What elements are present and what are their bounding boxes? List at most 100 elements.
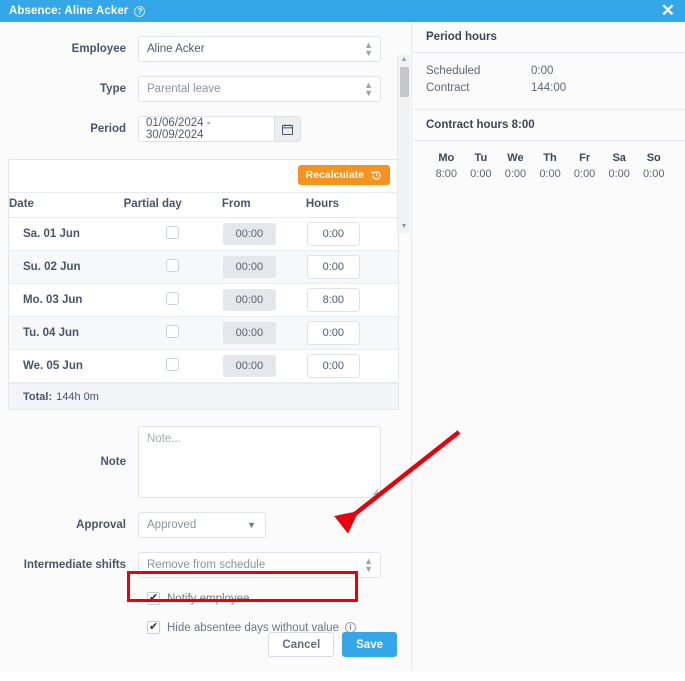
row-from-cell: 00:00 [221, 283, 306, 317]
col-hours: Hours [305, 192, 398, 218]
cancel-button[interactable]: Cancel [268, 632, 335, 657]
from-value[interactable]: 00:00 [222, 256, 276, 278]
weekday-value: 0:00 [643, 168, 665, 180]
row-from-cell: 00:00 [221, 250, 306, 284]
weekday-column: We 0:00 [498, 152, 533, 180]
contract-hours-title: Contract hours 8:00 [412, 110, 685, 141]
row-partial-day-cell [123, 316, 222, 350]
row-date: Mo. 03 Jun [9, 283, 124, 317]
field-employee: Employee Aline Acker ▲ ▼ [0, 36, 411, 62]
table-row: Mo. 03 Jun 00:00 8:00 [9, 283, 398, 317]
chevron-updown-icon: ▲ ▼ [364, 80, 373, 98]
weekday-value: 0:00 [539, 168, 561, 180]
contract-hours-week: Mo 8:00 Tu 0:00 We 0:00 Th 0:00 Fr 0:00 … [412, 141, 685, 194]
weekday-column: Sa 0:00 [602, 152, 637, 180]
row-date: We. 05 Jun [9, 349, 124, 383]
note-textarea[interactable]: Note... ◢ [138, 426, 381, 498]
period-hours-title: Period hours [412, 22, 685, 53]
dialog-footer: Cancel Save [268, 632, 397, 657]
row-partial-day-cell [123, 283, 222, 317]
row-date: Sa. 01 Jun [9, 217, 124, 251]
partial-day-checkbox[interactable] [166, 259, 180, 272]
period-input[interactable]: 01/06/2024 - 30/09/2024 [138, 116, 274, 142]
from-value[interactable]: 00:00 [222, 289, 276, 311]
row-hours-cell: 8:00 [305, 283, 398, 317]
calendar-icon[interactable] [274, 116, 301, 142]
weekday-column: Th 0:00 [533, 152, 568, 180]
hours-input[interactable]: 0:00 [306, 222, 360, 246]
partial-day-checkbox[interactable] [166, 292, 180, 305]
type-value: Parental leave [147, 83, 221, 95]
total-value: 144h 0m [56, 390, 99, 403]
recalculate-button[interactable]: Recalculate [297, 165, 390, 185]
employee-label: Employee [71, 43, 126, 55]
weekday-name: Th [543, 152, 557, 164]
hours-input[interactable]: 8:00 [306, 288, 360, 312]
approval-value: Approved [147, 519, 197, 531]
scroll-down-icon[interactable]: ▼ [401, 222, 408, 233]
from-value[interactable]: 00:00 [222, 355, 276, 377]
chevron-updown-icon: ▲ ▼ [364, 40, 373, 58]
weekday-column: Fr 0:00 [567, 152, 602, 180]
table-row: We. 05 Jun 00:00 0:00 [9, 349, 398, 383]
weekday-value: 0:00 [470, 168, 492, 180]
row-hours-cell: 0:00 [305, 349, 398, 383]
hours-input[interactable]: 0:00 [306, 321, 360, 345]
table-total-row: Total: 144h 0m [9, 383, 398, 409]
table-row: Sa. 01 Jun 00:00 0:00 [9, 217, 398, 251]
chevron-down-icon: ▼ [247, 520, 256, 530]
scroll-up-icon[interactable]: ▲ [401, 55, 408, 66]
notify-employee-checkbox[interactable] [147, 591, 160, 605]
field-period: Period 01/06/2024 - 30/09/2024 [0, 116, 411, 142]
type-select[interactable]: Parental leave ▲ ▼ [138, 76, 381, 102]
left-column: Employee Aline Acker ▲ ▼ Type Parental le… [0, 22, 411, 671]
partial-day-checkbox[interactable] [166, 358, 180, 371]
resize-handle-icon[interactable]: ◢ [372, 487, 378, 496]
table-row: Tu. 04 Jun 00:00 0:00 [9, 316, 398, 350]
table-row: Su. 02 Jun 00:00 0:00 [9, 250, 398, 284]
dialog-body: Employee Aline Acker ▲ ▼ Type Parental le… [0, 22, 685, 671]
partial-day-checkbox[interactable] [166, 325, 180, 338]
partial-day-checkbox[interactable] [166, 226, 180, 239]
dialog-title: Absence: Aline Acker [9, 5, 129, 17]
weekday-name: Fr [579, 152, 591, 164]
field-intermediate-shifts: Intermediate shifts Remove from schedule… [0, 552, 411, 578]
table-toolbar: Recalculate [9, 160, 398, 192]
from-value[interactable]: 00:00 [222, 223, 276, 245]
employee-select[interactable]: Aline Acker ▲ ▼ [138, 36, 381, 62]
question-circle-icon[interactable]: ? [134, 5, 146, 17]
weekday-value: 0:00 [504, 168, 527, 180]
employee-value: Aline Acker [147, 43, 205, 55]
approval-select[interactable]: Approved ▼ [138, 512, 266, 538]
save-button[interactable]: Save [342, 632, 397, 657]
period-hours-row: Scheduled 0:00 [426, 63, 671, 80]
weekday-name: Mo [438, 152, 455, 164]
note-label: Note [100, 456, 126, 468]
weekday-name: Sa [612, 152, 626, 164]
chevron-updown-icon: ▲ ▼ [364, 556, 373, 574]
notify-employee-row[interactable]: Notify employee [147, 591, 411, 605]
intermediate-shifts-select[interactable]: Remove from schedule ▲ ▼ [138, 552, 381, 578]
hours-input[interactable]: 0:00 [306, 354, 360, 378]
row-hours-cell: 0:00 [305, 316, 398, 350]
weekday-name: Tu [474, 152, 488, 164]
close-icon[interactable]: ✕ [661, 2, 675, 19]
intermediate-shifts-value: Remove from schedule [147, 559, 266, 571]
hours-input[interactable]: 0:00 [306, 255, 360, 279]
from-value[interactable]: 00:00 [222, 322, 276, 344]
hide-absentee-days-checkbox[interactable] [147, 620, 160, 634]
row-hours-cell: 0:00 [305, 217, 398, 251]
period-hours-row: Contract 144:00 [426, 80, 671, 97]
field-type: Type Parental leave ▲ ▼ [0, 76, 411, 102]
table-scrollbar[interactable]: ▲ ▼ [397, 55, 410, 233]
weekday-name: So [646, 152, 661, 164]
row-from-cell: 00:00 [221, 316, 306, 350]
weekday-column: Mo 8:00 [429, 152, 464, 180]
scrollbar-thumb[interactable] [399, 67, 409, 97]
table-header-row: Date Partial day From Hours [9, 192, 398, 218]
absence-days-table: Recalculate Date Partial day From Hours … [8, 55, 410, 410]
absence-dialog: Absence: Aline Acker ? ✕ Employee Aline … [0, 0, 685, 671]
col-date: Date [9, 192, 124, 218]
row-date: Tu. 04 Jun [9, 316, 124, 350]
weekday-value: 0:00 [573, 168, 596, 180]
